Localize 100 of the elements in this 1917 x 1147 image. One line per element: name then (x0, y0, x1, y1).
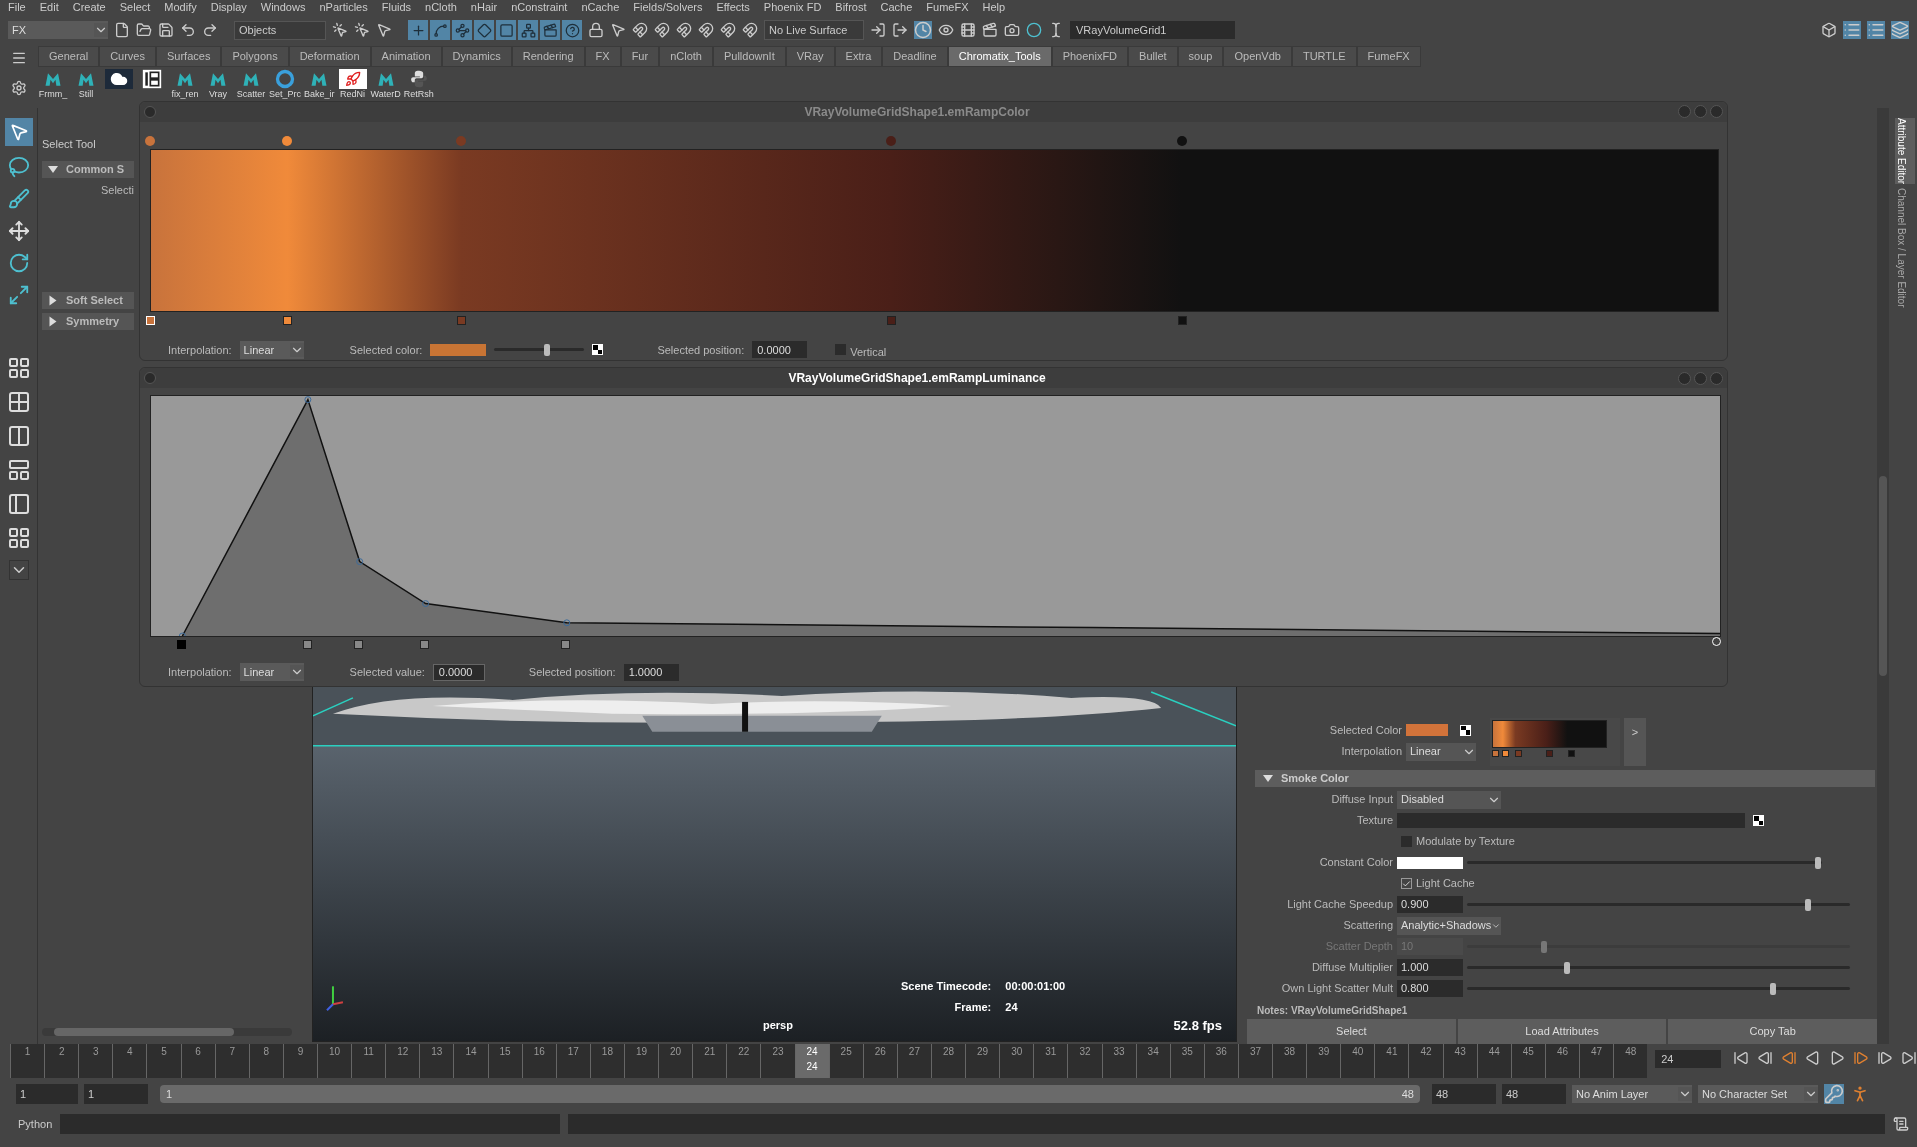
shelf-tool[interactable]: RetRsh (403, 69, 434, 99)
menu-item[interactable]: FumeFX (926, 1, 969, 13)
circle-icon[interactable] (1026, 22, 1042, 38)
timeline-frame[interactable]: 40 (1340, 1044, 1375, 1078)
ramp-preview[interactable] (1492, 720, 1607, 748)
shelf-tool[interactable]: RedNi (337, 69, 368, 99)
timeline-frame[interactable]: 27 (896, 1044, 931, 1078)
timeline-frame[interactable]: 36 (1203, 1044, 1238, 1078)
timeline-frame[interactable]: 41 (1374, 1044, 1409, 1078)
layout-icon[interactable] (6, 424, 31, 448)
timeline-frame[interactable]: 6 (180, 1044, 215, 1078)
menu-item[interactable]: Fluids (381, 1, 412, 13)
camera-icon[interactable] (1004, 22, 1020, 38)
anim-layer-dropdown[interactable]: No Anim Layer (1572, 1085, 1692, 1103)
magnet-icon[interactable] (720, 22, 736, 38)
timeline-frame[interactable]: 42 (1408, 1044, 1443, 1078)
stop-marker[interactable] (302, 640, 312, 649)
shelf-tool[interactable]: Vray (203, 69, 233, 99)
snap-button[interactable] (562, 20, 582, 40)
cursor-icon[interactable] (332, 22, 348, 38)
file-icon[interactable] (114, 22, 130, 38)
settings-icon[interactable] (11, 80, 27, 96)
number-field[interactable]: 1.000 (1397, 959, 1463, 976)
character-set-dropdown[interactable]: No Character Set (1698, 1085, 1818, 1103)
attribute-dropdown[interactable]: Disabled (1397, 790, 1501, 809)
color-stop-handle[interactable] (1177, 135, 1188, 146)
timeline-frame[interactable]: 11 (351, 1044, 386, 1078)
magnet-icon[interactable] (676, 22, 692, 38)
shelf-tab[interactable]: VRay (785, 46, 835, 67)
stop-marker[interactable] (1492, 750, 1499, 757)
color-stop-handle[interactable] (455, 135, 466, 146)
shelf-tab[interactable]: Deformation (288, 46, 371, 67)
timeline-frame[interactable]: 24 24 (794, 1044, 829, 1078)
color-stop-handle[interactable] (885, 135, 896, 146)
timeline-frame[interactable]: 13 (419, 1044, 454, 1078)
stop-marker[interactable] (456, 315, 466, 325)
folder-icon[interactable] (136, 22, 152, 38)
timeline-frame[interactable]: 10 (317, 1044, 352, 1078)
shelf-tab[interactable]: Animation (370, 46, 442, 67)
skip-forward-icon[interactable] (1901, 1050, 1917, 1066)
timeline-frame[interactable]: 2 (44, 1044, 79, 1078)
editor-button[interactable]: Copy Tab (1668, 1019, 1877, 1044)
timeline-frame[interactable]: 31 (1033, 1044, 1068, 1078)
shelf-tool[interactable]: Frmm_ (38, 69, 68, 99)
timeline-frame[interactable]: 30 (999, 1044, 1034, 1078)
result-field[interactable] (568, 1114, 1885, 1134)
timeline-frame[interactable]: 15 (487, 1044, 522, 1078)
snap-button[interactable] (518, 20, 538, 40)
color-stop-handle[interactable] (145, 135, 155, 146)
timeline-frame[interactable]: 46 (1544, 1044, 1580, 1078)
shelf-tool[interactable]: Bake_ir (304, 69, 335, 99)
slider-thumb[interactable] (1815, 856, 1822, 869)
menu-item[interactable]: Select (119, 1, 151, 13)
shelf-tab[interactable]: TURTLE (1291, 46, 1357, 67)
shelf-tab[interactable]: soup (1177, 46, 1224, 67)
range-start-field[interactable]: 1 (84, 1084, 148, 1104)
mode-dropdown[interactable]: FX (8, 21, 108, 39)
timeline-frame[interactable]: 44 (1476, 1044, 1511, 1078)
snap-button[interactable] (430, 20, 450, 40)
editor-button[interactable]: Load Attributes (1457, 1019, 1667, 1044)
timeline-frame[interactable]: 3 (78, 1044, 113, 1078)
magnet-icon[interactable] (654, 22, 670, 38)
section-header[interactable]: Symmetry (42, 312, 134, 330)
select-tool-button[interactable] (4, 118, 33, 146)
timeline-frame[interactable]: 25 (828, 1044, 863, 1078)
shelf-tab[interactable]: Deadline (882, 46, 948, 67)
timeline-frame[interactable]: 33 (1101, 1044, 1136, 1078)
expand-button[interactable]: > (1624, 718, 1646, 766)
menu-item[interactable]: Effects (716, 1, 750, 13)
timeline-frame[interactable]: 17 (555, 1044, 590, 1078)
menu-item[interactable]: nCache (581, 1, 620, 13)
magnet-icon[interactable] (698, 22, 714, 38)
snap-button[interactable] (496, 20, 516, 40)
stop-marker[interactable] (1502, 750, 1509, 757)
stop-marker[interactable] (420, 640, 430, 649)
slider-thumb[interactable] (543, 343, 550, 356)
scrollbar[interactable] (1877, 108, 1889, 1044)
layout-icon[interactable] (6, 356, 31, 380)
menu-item[interactable]: nParticles (319, 1, 368, 13)
position-field[interactable]: 1.0000 (623, 663, 679, 681)
redo-icon[interactable] (202, 22, 218, 38)
timeline-frame[interactable]: 7 (214, 1044, 249, 1078)
timeline-frame[interactable]: 29 (965, 1044, 1000, 1078)
selection-mode-field[interactable]: Objects (234, 20, 326, 40)
color-swatch[interactable] (430, 343, 487, 356)
vertical-checkbox[interactable] (835, 344, 847, 356)
scale-icon[interactable] (7, 284, 30, 306)
stop-marker[interactable] (1567, 750, 1575, 757)
slider-thumb[interactable] (1563, 961, 1570, 974)
menu-item[interactable]: nCloth (425, 1, 457, 13)
menu-item[interactable]: File (8, 1, 26, 13)
interpolation-dropdown[interactable]: Linear (239, 340, 304, 359)
layout-icon[interactable] (6, 526, 31, 550)
color-stop-handle[interactable] (281, 135, 292, 146)
timeline-frame[interactable]: 45 (1510, 1044, 1545, 1078)
step-forward-icon[interactable] (1877, 1050, 1893, 1066)
script-icon[interactable] (1893, 1116, 1909, 1132)
timeline-frame[interactable]: 12 (385, 1044, 420, 1078)
checker-icon[interactable] (1460, 724, 1471, 736)
stop-marker[interactable] (354, 640, 364, 649)
